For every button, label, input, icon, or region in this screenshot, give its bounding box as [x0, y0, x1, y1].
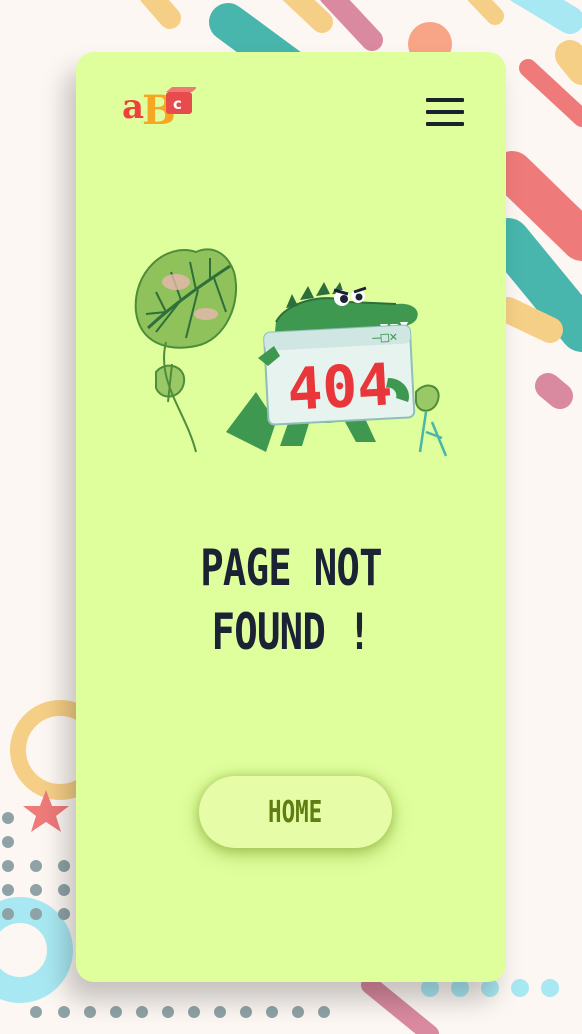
menu-line — [426, 110, 464, 114]
svg-text:a: a — [122, 87, 144, 127]
svg-text:–□×: –□× — [372, 329, 398, 346]
hamburger-menu-icon[interactable] — [426, 98, 464, 126]
error-card: a B c –□× 404 PAGE NOT FOUND ! HOME — [76, 52, 506, 982]
abc-logo[interactable]: a B c — [120, 82, 196, 130]
svg-text:c: c — [173, 95, 182, 113]
page-title-line-2: FOUND ! — [211, 603, 372, 661]
menu-line — [426, 98, 464, 102]
page-title: PAGE NOT FOUND ! — [123, 536, 458, 664]
home-button[interactable]: HOME — [199, 776, 392, 848]
crocodile-404-illustration: –□× 404 — [134, 248, 448, 457]
menu-line — [426, 122, 464, 126]
404-badge: 404 — [286, 350, 394, 423]
home-button-label: HOME — [268, 794, 323, 830]
page-title-line-1: PAGE NOT — [200, 539, 382, 597]
